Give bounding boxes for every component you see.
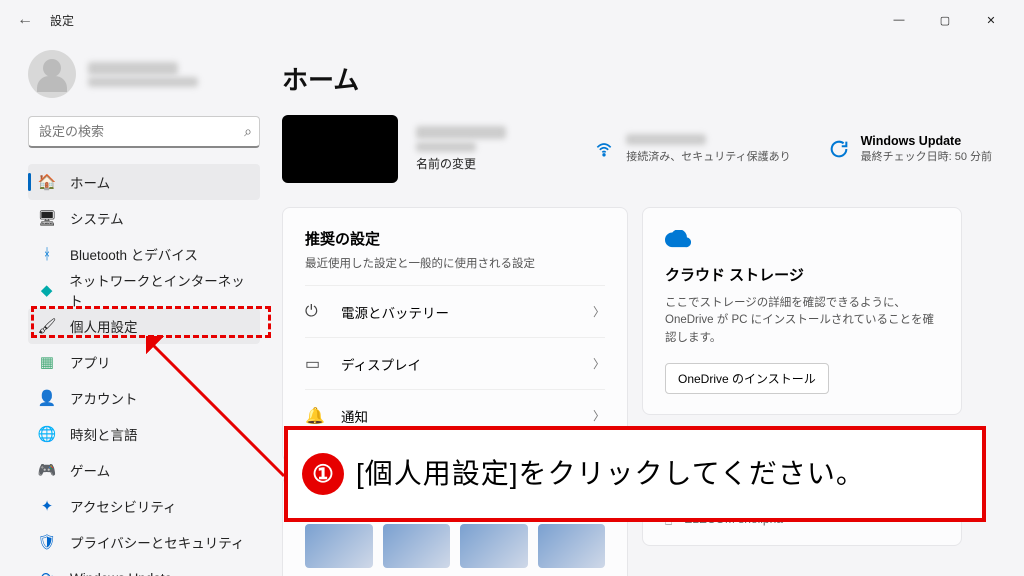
header-row: 名前の変更 接続済み、セキュリティ保護あり [282, 115, 992, 183]
sidebar-item-7[interactable]: 🌐 時刻と言語 [28, 416, 260, 452]
nav-icon: ✦ [38, 497, 56, 515]
annotation-number: ① [302, 453, 344, 495]
sidebar-item-6[interactable]: 👤 アカウント [28, 380, 260, 416]
sidebar-item-10[interactable]: 🛡 プライバシーとセキュリティ [28, 524, 260, 560]
nav-label: ゲーム [70, 460, 110, 480]
nav-icon: ◆ [38, 281, 55, 299]
recommended-card: 推奨の設定 最近使用した設定と一般的に使用される設定 ⏻電源とバッテリー〉▭ディ… [282, 207, 628, 462]
update-sub: 最終チェック日時: 50 分前 [861, 148, 992, 164]
wifi-status[interactable]: 接続済み、セキュリティ保護あり [592, 134, 790, 164]
recommended-title: 推奨の設定 [305, 228, 605, 249]
row-label: ディスプレイ [341, 354, 421, 374]
onedrive-install-button[interactable]: OneDrive のインストール [665, 363, 829, 394]
minimize-button[interactable]: ― [876, 4, 922, 36]
recommended-row-1[interactable]: ▭ ディスプレイ 〉 [305, 337, 605, 389]
avatar [28, 50, 76, 98]
nav-icon: 🌐 [38, 425, 56, 443]
nav-icon: 🖌 [38, 317, 56, 335]
theme-thumb[interactable] [383, 524, 451, 568]
nav-label: システム [70, 208, 124, 228]
desktop-thumbnail[interactable] [282, 115, 398, 183]
nav-icon: ▦ [38, 353, 56, 371]
wifi-status-label: 接続済み、セキュリティ保護あり [626, 148, 790, 164]
row-icon: 🔔 [305, 406, 325, 426]
cloud-storage-card: クラウド ストレージ ここでストレージの詳細を確認できるように、OneDrive… [642, 207, 962, 415]
wifi-icon [592, 137, 616, 161]
recommended-sub: 最近使用した設定と一般的に使用される設定 [305, 255, 605, 271]
nav-label: ホーム [70, 172, 110, 192]
sidebar-item-2[interactable]: ᚼ Bluetooth とデバイス [28, 236, 260, 272]
sidebar-item-3[interactable]: ◆ ネットワークとインターネット [28, 272, 260, 308]
sidebar-item-8[interactable]: 🎮 ゲーム [28, 452, 260, 488]
chevron-right-icon: 〉 [593, 303, 605, 320]
nav-icon: 🏠 [38, 173, 56, 191]
annotation-text: [個人用設定]をクリックしてください。 [356, 455, 865, 493]
chevron-right-icon: 〉 [593, 407, 605, 424]
sidebar-item-1[interactable]: 🖥 システム [28, 200, 260, 236]
search-box: ⌕ [28, 116, 260, 148]
cloud-icon [665, 228, 939, 254]
update-icon [827, 137, 851, 161]
row-icon: ▭ [305, 354, 325, 374]
wifi-ssid-blurred [626, 134, 706, 145]
page-title: ホーム [282, 60, 992, 97]
nav-list: 🏠 ホーム 🖥 システム ᚼ Bluetooth とデバイス ◆ ネットワークとインターネット… [28, 164, 260, 576]
nav-icon: ᚼ [38, 245, 56, 263]
search-input[interactable] [28, 116, 260, 148]
user-name-blurred [88, 62, 178, 75]
theme-thumb[interactable] [305, 524, 373, 568]
sidebar-item-5[interactable]: ▦ アプリ [28, 344, 260, 380]
nav-icon: 🖥 [38, 209, 56, 227]
recommended-row-0[interactable]: ⏻ 電源とバッテリー 〉 [305, 285, 605, 337]
pc-text: 名前の変更 [416, 126, 506, 172]
nav-label: ネットワークとインターネット [69, 270, 250, 310]
sidebar-item-9[interactable]: ✦ アクセシビリティ [28, 488, 260, 524]
cloud-desc: ここでストレージの詳細を確認できるように、OneDrive が PC にインスト… [665, 295, 939, 347]
theme-thumb[interactable] [460, 524, 528, 568]
sidebar-item-0[interactable]: 🏠 ホーム [28, 164, 260, 200]
pc-name-blurred [416, 126, 506, 139]
row-label: 通知 [341, 406, 368, 426]
row-icon: ⏻ [305, 303, 325, 321]
cloud-title: クラウド ストレージ [665, 264, 939, 285]
nav-label: アカウント [70, 388, 138, 408]
rename-link[interactable]: 名前の変更 [416, 155, 506, 172]
chevron-right-icon: 〉 [593, 355, 605, 372]
maximize-button[interactable]: ▢ [922, 4, 968, 36]
annotation-callout: ① [個人用設定]をクリックしてください。 [284, 426, 986, 522]
back-button[interactable]: ← [10, 5, 40, 35]
window-title: 設定 [50, 12, 74, 29]
row-label: 電源とバッテリー [341, 302, 449, 322]
sidebar-item-4[interactable]: 🖌 個人用設定 [28, 308, 260, 344]
window-controls: ― ▢ ✕ [876, 4, 1014, 36]
theme-thumbnails [305, 524, 605, 568]
update-status[interactable]: Windows Update 最終チェック日時: 50 分前 [827, 134, 992, 164]
update-title: Windows Update [861, 134, 992, 148]
nav-icon: ⟳ [38, 569, 56, 576]
nav-label: Bluetooth とデバイス [70, 244, 198, 264]
sidebar-item-11[interactable]: ⟳ Windows Update [28, 560, 260, 576]
search-icon: ⌕ [244, 123, 252, 140]
user-email-blurred [88, 77, 198, 87]
nav-label: アクセシビリティ [70, 496, 177, 516]
user-block[interactable] [28, 50, 260, 98]
nav-icon: 👤 [38, 389, 56, 407]
close-button[interactable]: ✕ [968, 4, 1014, 36]
titlebar: ← 設定 ― ▢ ✕ [0, 0, 1024, 40]
theme-thumb[interactable] [538, 524, 606, 568]
nav-label: 時刻と言語 [70, 424, 138, 444]
nav-icon: 🎮 [38, 461, 56, 479]
nav-label: アプリ [70, 352, 111, 372]
nav-icon: 🛡 [38, 533, 56, 551]
nav-label: Windows Update [70, 571, 172, 576]
user-text [88, 62, 198, 87]
nav-label: プライバシーとセキュリティ [70, 532, 244, 552]
nav-label: 個人用設定 [70, 316, 138, 336]
sidebar: ⌕ 🏠 ホーム 🖥 システム ᚼ Bluetooth とデバイス ◆ ネットワークとインターネ… [0, 40, 270, 576]
pc-model-blurred [416, 142, 476, 152]
